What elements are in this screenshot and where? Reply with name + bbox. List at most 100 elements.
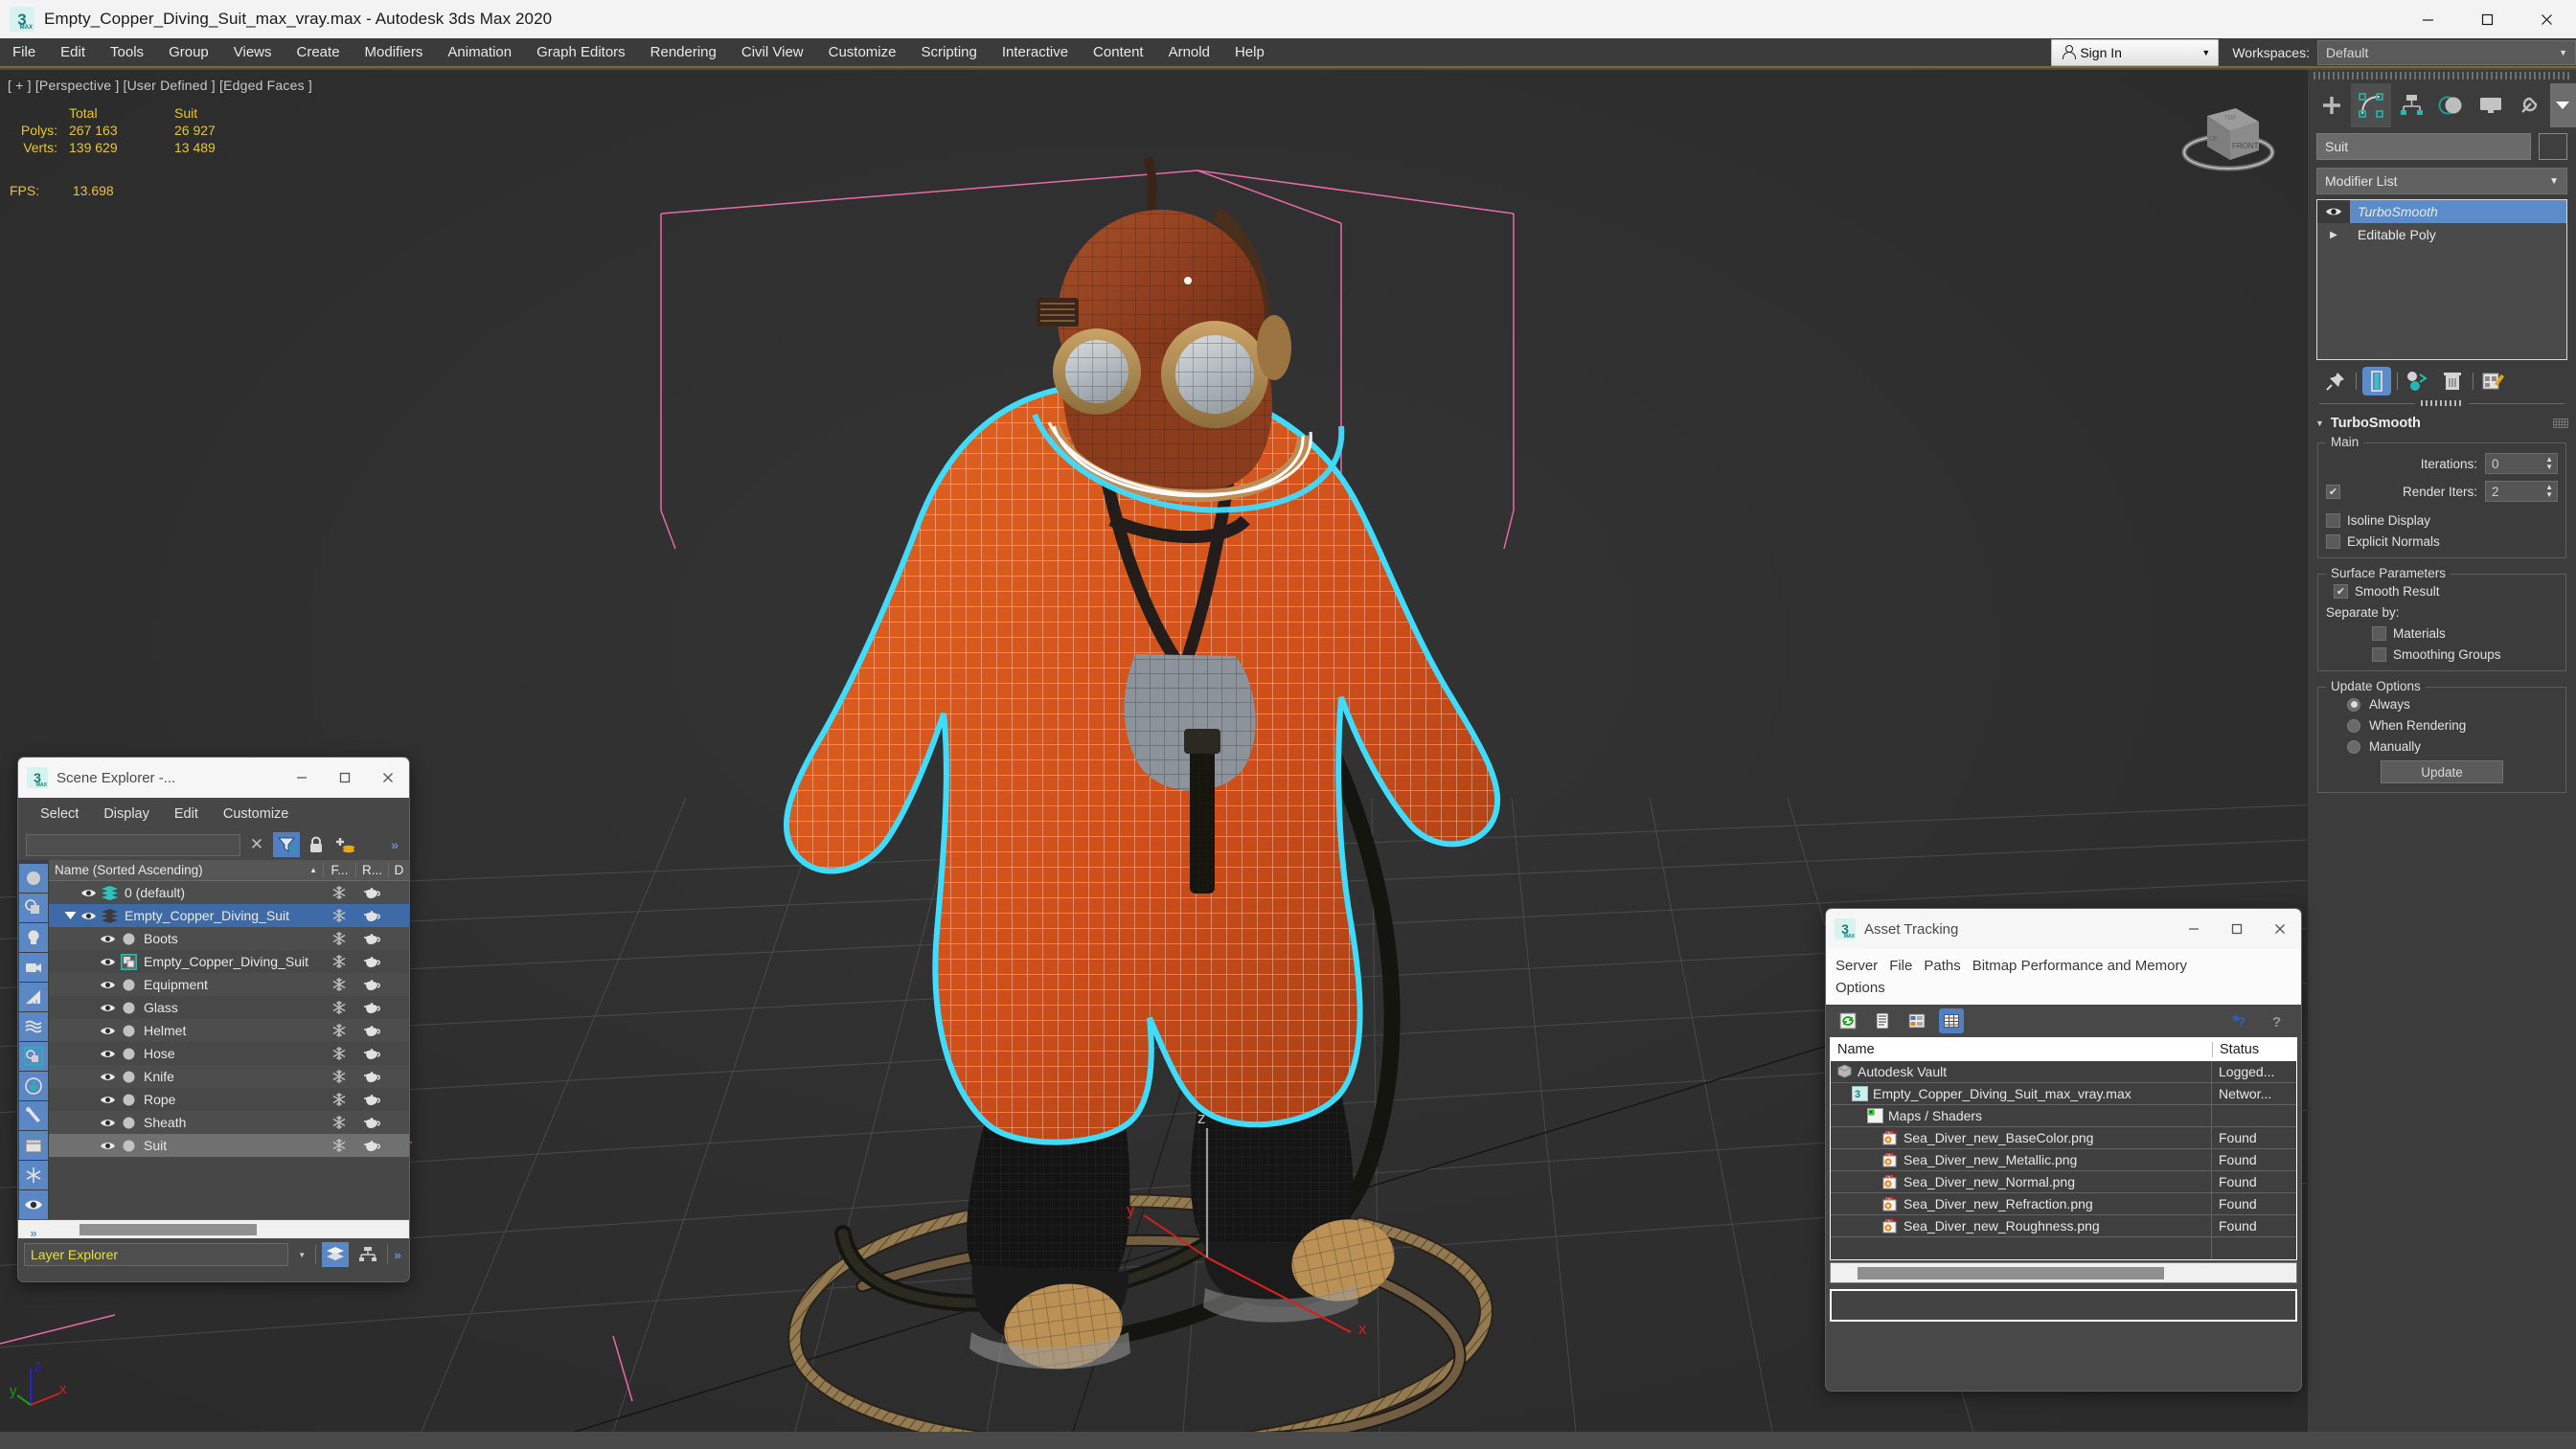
- sign-in-button[interactable]: Sign In ▼: [2051, 38, 2220, 66]
- snowflake-icon[interactable]: [323, 1138, 355, 1153]
- teapot-icon[interactable]: [355, 887, 388, 899]
- teapot-icon[interactable]: [355, 910, 388, 922]
- explicit-normals-checkbox[interactable]: [2326, 534, 2340, 549]
- menu-civil-view[interactable]: Civil View: [729, 37, 816, 67]
- modify-tab[interactable]: [2351, 83, 2391, 127]
- hierarchy-tab[interactable]: [2391, 83, 2430, 127]
- filter-helpers-button[interactable]: [19, 983, 48, 1011]
- scene-explorer-row[interactable]: Boots: [49, 927, 409, 950]
- eye-icon[interactable]: [97, 1003, 118, 1013]
- chevron-right-icon[interactable]: ▶: [2317, 223, 2350, 246]
- asset-row[interactable]: PNG Sea_Diver_new_BaseColor.png Found: [1831, 1126, 2296, 1149]
- workspaces-select[interactable]: Default ▼: [2317, 39, 2576, 65]
- maximize-icon[interactable]: [323, 758, 366, 798]
- scene-explorer-row[interactable]: Knife: [49, 1065, 409, 1088]
- menu-create[interactable]: Create: [285, 37, 353, 67]
- minimize-icon[interactable]: [2172, 909, 2215, 949]
- eye-icon[interactable]: [97, 1095, 118, 1105]
- se-menu-customize[interactable]: Customize: [211, 806, 302, 822]
- snowflake-icon[interactable]: [323, 1046, 355, 1061]
- chevron-down-icon[interactable]: [2549, 83, 2576, 127]
- panel-grip[interactable]: [2314, 72, 2570, 79]
- column-header-render[interactable]: R...: [355, 863, 388, 877]
- horizontal-scrollbar[interactable]: [18, 1219, 409, 1238]
- teapot-icon[interactable]: [355, 1094, 388, 1106]
- asset-row[interactable]: PNG Sea_Diver_new_Roughness.png Found: [1831, 1214, 2296, 1237]
- menu-modifiers[interactable]: Modifiers: [353, 37, 436, 67]
- filter-xrefs-button[interactable]: [19, 1072, 48, 1100]
- asset-tracking-titlebar[interactable]: 3 MAX Asset Tracking: [1826, 909, 2301, 949]
- eye-icon[interactable]: [97, 957, 118, 967]
- se-menu-display[interactable]: Display: [91, 806, 162, 822]
- snowflake-icon[interactable]: [323, 1115, 355, 1130]
- at-menu-options[interactable]: Options: [1835, 977, 1897, 999]
- close-icon[interactable]: [2258, 909, 2301, 949]
- column-header-name[interactable]: Name (Sorted Ascending) ▲: [49, 863, 323, 877]
- snowflake-icon[interactable]: [323, 1069, 355, 1084]
- filter-hidden-button[interactable]: [19, 1190, 48, 1219]
- teapot-icon[interactable]: [355, 1002, 388, 1014]
- menu-tools[interactable]: Tools: [98, 37, 156, 67]
- smoothing-groups-checkbox[interactable]: [2372, 647, 2386, 662]
- menu-arnold[interactable]: Arnold: [1156, 37, 1222, 67]
- teapot-icon[interactable]: [355, 979, 388, 991]
- teapot-icon[interactable]: [355, 1117, 388, 1129]
- asset-column-name[interactable]: Name: [1831, 1042, 2212, 1057]
- snowflake-icon[interactable]: [323, 931, 355, 946]
- expander-open-icon[interactable]: [62, 911, 78, 920]
- snowflake-icon[interactable]: [323, 954, 355, 969]
- update-option-always[interactable]: Always: [2326, 697, 2558, 712]
- eye-icon[interactable]: [97, 1026, 118, 1036]
- update-option-when-rendering[interactable]: When Rendering: [2326, 718, 2558, 733]
- menu-customize[interactable]: Customize: [816, 37, 909, 67]
- eye-icon[interactable]: [97, 1141, 118, 1151]
- se-menu-edit[interactable]: Edit: [162, 806, 211, 822]
- scene-explorer-row[interactable]: Hose: [49, 1042, 409, 1065]
- column-header-extra[interactable]: D: [388, 863, 409, 877]
- help-star-icon[interactable]: ?: [2228, 1008, 2253, 1033]
- eye-icon[interactable]: [2317, 200, 2350, 223]
- at-menu-bitmap-performance[interactable]: Bitmap Performance and Memory: [1972, 955, 2199, 977]
- filter-shapes-button[interactable]: [19, 894, 48, 922]
- radio-manually[interactable]: [2347, 739, 2360, 754]
- at-menu-server[interactable]: Server: [1835, 955, 1889, 977]
- eye-icon[interactable]: [97, 1049, 118, 1059]
- eye-icon[interactable]: [78, 911, 99, 921]
- asset-row[interactable]: PNG Sea_Diver_new_Metallic.png Found: [1831, 1148, 2296, 1171]
- menu-views[interactable]: Views: [221, 37, 285, 67]
- close-icon[interactable]: [2517, 0, 2576, 38]
- render-iters-spinner[interactable]: 2 ▲ ▼: [2485, 481, 2558, 502]
- filter-groups-button[interactable]: [19, 1042, 48, 1071]
- object-name-field[interactable]: Suit: [2316, 133, 2531, 160]
- filter-geometry-button[interactable]: [19, 864, 48, 893]
- menu-content[interactable]: Content: [1081, 37, 1156, 67]
- filter-frozen-button[interactable]: [19, 1161, 48, 1189]
- minimize-icon[interactable]: [2398, 0, 2457, 38]
- lock-icon[interactable]: [304, 832, 329, 857]
- trash-icon[interactable]: [2438, 367, 2467, 396]
- filter-icon[interactable]: [273, 832, 300, 857]
- list-icon[interactable]: [1870, 1008, 1895, 1033]
- hierarchy-icon[interactable]: [354, 1242, 381, 1267]
- eye-icon[interactable]: [97, 1072, 118, 1082]
- scene-explorer-titlebar[interactable]: 3 MAX Scene Explorer -...: [18, 758, 409, 798]
- scene-explorer-row[interactable]: Suit: [49, 1134, 409, 1157]
- show-end-result-icon[interactable]: [2362, 367, 2391, 396]
- asset-horizontal-scrollbar[interactable]: [1830, 1262, 2297, 1283]
- scene-explorer-row[interactable]: 0 (default): [49, 881, 409, 904]
- make-unique-icon[interactable]: [2404, 367, 2432, 396]
- eye-icon[interactable]: [97, 1118, 118, 1128]
- eye-icon[interactable]: [97, 980, 118, 990]
- se-menu-select[interactable]: Select: [28, 806, 91, 822]
- column-header-frozen[interactable]: F...: [323, 863, 355, 877]
- view-cube[interactable]: FRONT LE TOP: [2171, 97, 2286, 183]
- grid-icon[interactable]: [1939, 1008, 1964, 1033]
- spinner-arrows-icon[interactable]: ▲ ▼: [2545, 484, 2553, 499]
- eye-icon[interactable]: [97, 934, 118, 944]
- scene-explorer-row[interactable]: Sheath: [49, 1111, 409, 1134]
- menu-graph-editors[interactable]: Graph Editors: [524, 37, 638, 67]
- smooth-result-checkbox[interactable]: ✔: [2334, 584, 2348, 599]
- display-tab[interactable]: [2471, 83, 2510, 127]
- menu-help[interactable]: Help: [1222, 37, 1277, 67]
- create-tab[interactable]: [2312, 83, 2351, 127]
